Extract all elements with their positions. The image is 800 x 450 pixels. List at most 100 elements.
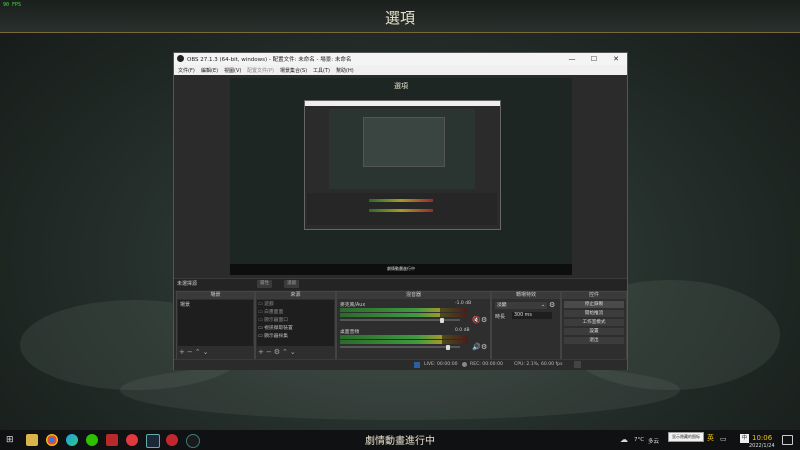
live-timer: LIVE: 00:00:00 [424,362,458,367]
sources-dock-title: 來源 [256,292,335,299]
cpu-fps-status: CPU: 2.1%, 60.00 fps [514,362,563,367]
mic-level-meter [340,308,468,312]
gear-icon[interactable]: ⚙ [481,316,487,324]
filters-button[interactable]: 濾鏡 [284,280,299,288]
edge-icon[interactable] [66,434,78,446]
menu-scene-collection[interactable]: 場景集合(S) [280,67,307,74]
menu-help[interactable]: 幫助(H) [336,67,354,74]
add-icon[interactable]: + [258,348,266,356]
properties-button[interactable]: 屬性 [257,280,272,288]
rec-timer: REC: 00:00:00 [470,362,503,367]
wechat-icon[interactable] [86,434,98,446]
remove-icon[interactable]: − [187,348,195,356]
nested-title-bar [305,101,500,106]
clock-date[interactable]: 2022/1/24 [749,443,775,449]
gear-icon[interactable]: ⚙ [481,343,487,351]
obs-title-bar[interactable]: OBS 27.1.3 (64-bit, windows) - 配置文件: 未命名… [174,53,627,65]
controls-dock-title: 控件 [562,292,626,299]
move-down-icon[interactable]: ⌄ [203,348,211,356]
keyboard-icon[interactable]: 中 [740,434,749,443]
gear-icon[interactable]: ⚙ [274,348,282,356]
desktop-level-meter [340,335,468,339]
duration-input[interactable]: 300 ms [512,312,552,319]
nested-meter [369,199,433,202]
speaker-icon[interactable]: 🔊 [472,343,481,351]
move-down-icon[interactable]: ⌄ [290,348,298,356]
nested-docks [307,193,497,225]
speaker-muted-icon[interactable]: 🔇 [472,316,481,324]
maximize-button[interactable]: ☐ [583,53,605,65]
source-item[interactable]: ▭ 視訊擷取裝置 [258,325,334,332]
scene-item[interactable]: 場景 [180,301,190,308]
transition-select[interactable]: 淡變 ⌄ [495,302,547,309]
obs-window: OBS 27.1.3 (64-bit, windows) - 配置文件: 未命名… [173,52,628,370]
rec-indicator-icon [462,362,467,367]
move-up-icon[interactable]: ⌃ [282,348,290,356]
transitions-dock-title: 轉場特效 [492,292,560,299]
windows-start-icon[interactable]: ⊞ [6,435,14,445]
add-icon[interactable]: + [179,348,187,356]
chrome-icon[interactable] [46,434,58,446]
exit-button[interactable]: 退出 [564,337,624,344]
obs-menu-bar: 文件(F) 編輯(E) 視圖(V) 配置文件(P) 場景集合(S) 工具(T) … [174,65,627,75]
controls-dock: 控件 停止錄製 開始推流 工作室模式 設置 退出 [561,291,627,360]
minimize-button[interactable]: — [561,53,583,65]
settings-button[interactable]: 設置 [564,328,624,335]
studio-mode-button[interactable]: 工作室模式 [564,319,624,326]
ime-indicator[interactable]: 英 [707,433,714,443]
mixer-dock-title: 混音器 [337,292,490,299]
status-bar: LIVE: 00:00:00 REC: 00:00:00 CPU: 2.1%, … [174,359,627,370]
menu-file[interactable]: 文件(F) [178,67,195,74]
stop-recording-button[interactable]: 停止錄製 [564,301,624,308]
obs-preview[interactable]: 選項 劇情動畫進行中 [230,78,572,275]
sources-dock: 來源 ▭ 遊戲 ▭ 白畫面面 ▭ 顯示器面口 ▭ 視訊擷取裝置 ▭ 顯示器採集 … [255,291,336,360]
nested-obs-capture [304,100,501,230]
obs-taskbar-icon[interactable] [186,434,200,448]
menu-profile[interactable]: 配置文件(P) [247,67,274,74]
sources-list[interactable]: ▭ 遊戲 ▭ 白畫面面 ▭ 顯示器面口 ▭ 視訊擷取裝置 ▭ 顯示器採集 [257,300,334,346]
scene-toolbar: 未選擇源 屬性 濾鏡 [174,278,627,290]
nested-meter [369,209,433,212]
network-icon[interactable]: ▭ [720,435,727,443]
source-item[interactable]: ▭ 顯示器採集 [258,333,334,340]
resize-grip-icon[interactable] [574,361,581,368]
start-streaming-button[interactable]: 開始推流 [564,310,624,317]
remove-icon[interactable]: − [266,348,274,356]
menu-tools[interactable]: 工具(T) [313,67,330,74]
hidden-icons-tooltip: 显示隐藏的图标 [668,432,704,442]
audio-mixer-dock: 混音器 麥克風/Aux -1.0 dB 🔇 ⚙ 桌面音頻 0.0 dB 🔊 ⚙ [336,291,491,360]
no-source-label: 未選擇源 [177,281,198,287]
cloud-icon: ☁ [620,435,628,444]
mic-volume-slider[interactable] [340,317,460,323]
menu-edit[interactable]: 編輯(E) [201,67,218,74]
scenes-dock-title: 場景 [177,292,254,299]
menu-view[interactable]: 視圖(V) [224,67,241,74]
app-icon[interactable] [106,434,118,446]
source-item[interactable]: ▭ 遊戲 [258,301,334,308]
mic-channel-db: -1.0 dB [455,301,472,306]
gear-icon[interactable]: ⚙ [549,301,555,309]
network-icon [414,362,420,368]
close-button[interactable]: ✕ [605,53,627,65]
duration-label: 時長 [495,314,506,320]
game-page-title: 選項 [384,9,415,27]
desktop-volume-slider[interactable] [340,344,460,350]
notification-icon[interactable] [782,435,793,445]
nested-inner-window [363,117,445,167]
weather-temp[interactable]: 7°C [634,437,644,443]
obs-logo-icon [177,55,184,62]
steam-icon[interactable] [146,434,160,448]
weather-desc[interactable]: 多云 [648,437,659,445]
mic-level-meter [340,313,468,317]
file-explorer-icon[interactable] [26,434,38,446]
netease-music-icon[interactable] [126,434,138,446]
app-icon[interactable] [166,434,178,446]
clock-time[interactable]: 10:06 [752,434,772,442]
source-item[interactable]: ▭ 白畫面面 [258,309,334,316]
move-up-icon[interactable]: ⌃ [195,348,203,356]
scenes-dock: 場景 場景 +−⌃⌄ [176,291,255,360]
source-item[interactable]: ▭ 顯示器面口 [258,317,334,324]
scenes-footer: +−⌃⌄ [179,348,211,356]
desktop-channel-label: 桌面音頻 [340,330,360,335]
scenes-list[interactable]: 場景 [178,300,253,346]
